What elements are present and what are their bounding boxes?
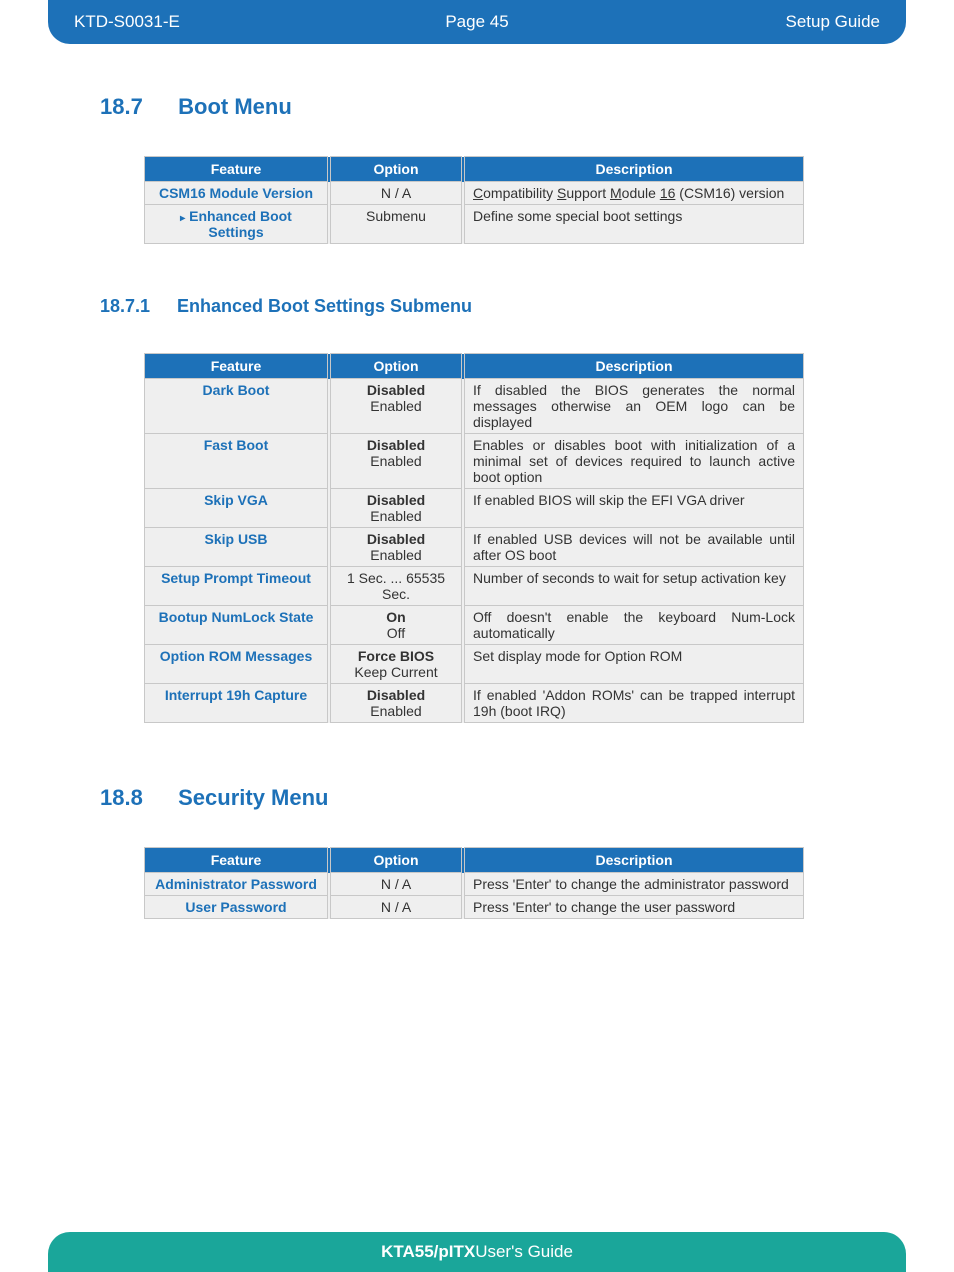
table-row: CSM16 Module VersionN / ACompatibility S… — [145, 182, 804, 205]
col-option: Option — [329, 157, 463, 182]
col-feature: Feature — [145, 157, 330, 182]
cell-feature: Administrator Password — [145, 873, 330, 896]
cell-option: N / A — [329, 182, 463, 205]
cell-feature: Option ROM Messages — [145, 645, 330, 684]
cell-description: Number of seconds to wait for setup acti… — [463, 567, 804, 606]
cell-description: Off doesn't enable the keyboard Num-Lock… — [463, 606, 804, 645]
col-description: Description — [463, 354, 804, 379]
cell-description: Set display mode for Option ROM — [463, 645, 804, 684]
cell-description: If enabled USB devices will not be avail… — [463, 528, 804, 567]
cell-feature: Skip USB — [145, 528, 330, 567]
cell-option: DisabledEnabled — [329, 684, 463, 723]
table-row: Interrupt 19h CaptureDisabledEnabledIf e… — [145, 684, 804, 723]
cell-description: Compatibility Support Module 16 (CSM16) … — [463, 182, 804, 205]
table-row: ▸Enhanced BootSettingsSubmenuDefine some… — [145, 205, 804, 244]
cell-description: Press 'Enter' to change the administrato… — [463, 873, 804, 896]
table-row: Skip USBDisabledEnabledIf enabled USB de… — [145, 528, 804, 567]
cell-feature: Dark Boot — [145, 379, 330, 434]
table-row: Setup Prompt Timeout1 Sec. ... 65535 Sec… — [145, 567, 804, 606]
section-number: 18.7 — [100, 94, 172, 120]
cell-feature: Interrupt 19h Capture — [145, 684, 330, 723]
table-boot-menu: Feature Option Description CSM16 Module … — [144, 156, 804, 244]
cell-option: 1 Sec. ... 65535 Sec. — [329, 567, 463, 606]
cell-description: Define some special boot settings — [463, 205, 804, 244]
col-option: Option — [329, 848, 463, 873]
section-title: Security Menu — [178, 785, 328, 810]
col-feature: Feature — [145, 848, 330, 873]
table-row: Skip VGADisabledEnabledIf enabled BIOS w… — [145, 489, 804, 528]
col-option: Option — [329, 354, 463, 379]
cell-feature: Setup Prompt Timeout — [145, 567, 330, 606]
footer-suffix: User's Guide — [475, 1242, 573, 1262]
page-header: KTD-S0031-E Page 45 Setup Guide — [48, 0, 906, 44]
cell-option: DisabledEnabled — [329, 434, 463, 489]
footer-product: KTA55/pITX — [381, 1242, 475, 1262]
cell-feature: Fast Boot — [145, 434, 330, 489]
cell-description: If enabled 'Addon ROMs' can be trapped i… — [463, 684, 804, 723]
cell-option: OnOff — [329, 606, 463, 645]
cell-description: Press 'Enter' to change the user passwor… — [463, 896, 804, 919]
section-number: 18.7.1 — [100, 296, 172, 317]
table-header-row: Feature Option Description — [145, 354, 804, 379]
cell-option: Submenu — [329, 205, 463, 244]
table-row: Bootup NumLock StateOnOffOff doesn't ena… — [145, 606, 804, 645]
cell-feature: CSM16 Module Version — [145, 182, 330, 205]
cell-feature: ▸Enhanced BootSettings — [145, 205, 330, 244]
section-heading-enhanced-boot: 18.7.1 Enhanced Boot Settings Submenu — [100, 296, 854, 317]
cell-option: N / A — [329, 873, 463, 896]
table-security-menu: Feature Option Description Administrator… — [144, 847, 804, 919]
table-enhanced-boot: Feature Option Description Dark BootDisa… — [144, 353, 804, 723]
cell-feature: User Password — [145, 896, 330, 919]
col-feature: Feature — [145, 354, 330, 379]
cell-option: N / A — [329, 896, 463, 919]
section-heading-boot-menu: 18.7 Boot Menu — [100, 94, 854, 120]
section-number: 18.8 — [100, 785, 172, 811]
cell-feature: Skip VGA — [145, 489, 330, 528]
cell-option: Force BIOSKeep Current — [329, 645, 463, 684]
cell-description: If enabled BIOS will skip the EFI VGA dr… — [463, 489, 804, 528]
col-description: Description — [463, 157, 804, 182]
header-doc-id: KTD-S0031-E — [74, 12, 180, 32]
section-heading-security-menu: 18.8 Security Menu — [100, 785, 854, 811]
cell-option: DisabledEnabled — [329, 489, 463, 528]
table-row: Administrator PasswordN / APress 'Enter'… — [145, 873, 804, 896]
table-header-row: Feature Option Description — [145, 848, 804, 873]
table-header-row: Feature Option Description — [145, 157, 804, 182]
col-description: Description — [463, 848, 804, 873]
cell-description: If disabled the BIOS generates the norma… — [463, 379, 804, 434]
section-title: Enhanced Boot Settings Submenu — [177, 296, 472, 316]
table-row: Option ROM MessagesForce BIOSKeep Curren… — [145, 645, 804, 684]
table-row: Fast BootDisabledEnabledEnables or disab… — [145, 434, 804, 489]
header-doc-type: Setup Guide — [785, 12, 880, 32]
cell-description: Enables or disables boot with initializa… — [463, 434, 804, 489]
cell-option: DisabledEnabled — [329, 379, 463, 434]
page-footer: KTA55/pITX User's Guide — [48, 1232, 906, 1272]
cell-feature: Bootup NumLock State — [145, 606, 330, 645]
table-row: User PasswordN / APress 'Enter' to chang… — [145, 896, 804, 919]
cell-option: DisabledEnabled — [329, 528, 463, 567]
table-row: Dark BootDisabledEnabledIf disabled the … — [145, 379, 804, 434]
section-title: Boot Menu — [178, 94, 292, 119]
